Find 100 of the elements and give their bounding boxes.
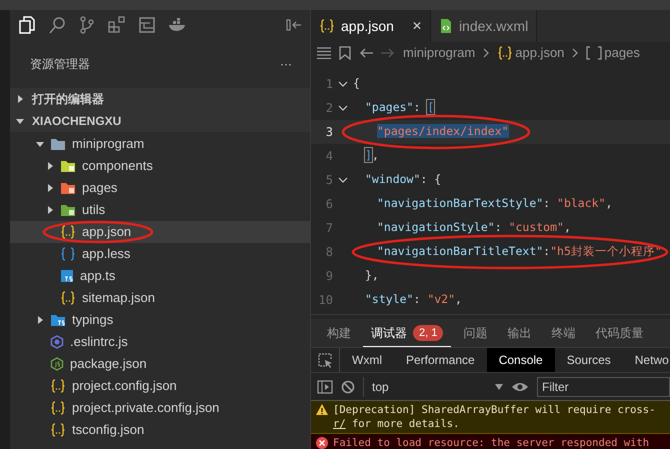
collapsed-caret-icon (16, 95, 24, 103)
line-number: 5 (324, 172, 333, 189)
tree-item[interactable]: project.config.json (10, 375, 310, 397)
sidebar-toggle-icon (317, 380, 333, 394)
expanded-caret-icon (36, 140, 44, 148)
fold-chevron-icon (338, 177, 348, 183)
ts-file-icon (60, 269, 74, 283)
line-number: 4 (324, 148, 333, 165)
folder-icon (60, 159, 76, 173)
folder-icon (50, 313, 66, 327)
collapsed-caret-icon (46, 206, 54, 214)
code-line: }, (364, 267, 379, 284)
collapsed-caret-icon (46, 184, 54, 192)
hexagon-icon (50, 357, 64, 371)
collapsed-caret-icon (46, 162, 54, 170)
braces-icon (50, 379, 66, 393)
braces-icon (50, 423, 66, 437)
tree-item[interactable]: tsconfig.json (10, 419, 310, 441)
extensions-icon (108, 16, 126, 34)
bookmark-icon (339, 46, 351, 60)
tree-item[interactable]: components (10, 155, 310, 177)
list-icon (317, 47, 331, 59)
tree-item[interactable]: app.ts (10, 265, 310, 287)
error-icon (316, 437, 328, 449)
section-header[interactable]: 打开的编辑器 (10, 88, 310, 110)
code-line: "navigationBarTextStyle": "black", (376, 195, 612, 212)
braces-icon (319, 19, 335, 33)
tree-item[interactable]: pages (10, 177, 310, 199)
branch-icon (78, 16, 96, 34)
warning-message: for more details. (350, 417, 460, 431)
inspect-element-icon (317, 352, 333, 368)
line-number: 6 (324, 196, 333, 213)
devtools-tab[interactable]: Console (486, 348, 555, 372)
line-number: 8 (324, 244, 333, 261)
line-number: 2 (324, 100, 333, 117)
devtools-tab[interactable]: Performance (394, 348, 487, 372)
chevron-icon (572, 48, 578, 58)
tree-item[interactable]: miniprogram (10, 133, 310, 155)
clear-console-icon (341, 380, 355, 394)
code-line: "style": "v2", (364, 291, 462, 308)
tree-item[interactable]: app.json (10, 221, 310, 243)
error-count-badge: 2, 1 (413, 324, 444, 340)
tree-item[interactable]: package.json (10, 353, 310, 375)
breadcrumb-item[interactable]: app.json (497, 43, 564, 63)
tree-item[interactable]: .eslintrc.js (10, 331, 310, 353)
devtools-tab[interactable]: Netwo (622, 348, 670, 372)
filter-field[interactable]: Filter (537, 376, 670, 396)
section-header[interactable]: XIAOCHENGXU (10, 110, 310, 132)
code-line: ], (364, 147, 379, 164)
editor-tab[interactable]: app.json ✕ (311, 10, 431, 42)
line-number: 10 (318, 292, 333, 309)
context-dropdown[interactable]: top (363, 376, 503, 396)
tree-item[interactable]: sitemap.json (10, 287, 310, 309)
panel-tab[interactable]: 问题 (455, 319, 496, 347)
panel-tab[interactable]: 代码质量 (587, 319, 652, 347)
brackets-icon (586, 46, 602, 60)
folder-icon (60, 181, 76, 195)
panel-tab[interactable]: 终端 (543, 319, 584, 347)
fold-chevron-icon (338, 105, 348, 111)
link[interactable]: r/ (333, 417, 346, 431)
more-actions-button[interactable]: ··· (280, 55, 292, 73)
tree-item[interactable]: typings (10, 309, 310, 331)
whale-icon (168, 18, 186, 32)
tree-item[interactable]: project.private.config.json (10, 397, 310, 419)
file-icon (438, 18, 453, 34)
expanded-caret-icon (16, 117, 24, 125)
panel-tab[interactable]: 输出 (499, 319, 540, 347)
braces-icon (60, 225, 76, 239)
devtools-tab[interactable]: Sources (554, 348, 623, 372)
forward-arrow-icon (381, 47, 395, 59)
tree-item[interactable]: utils (10, 199, 310, 221)
close-button[interactable]: ✕ (412, 17, 422, 35)
code-line: "window": { (364, 171, 442, 188)
line-number: 9 (324, 268, 333, 285)
code-line: "pages": [ (364, 99, 434, 116)
square-icon (138, 16, 156, 34)
back-arrow-icon (359, 47, 373, 59)
line-number: 7 (324, 220, 333, 237)
chevron-icon (483, 48, 490, 58)
folder-icon (50, 137, 66, 151)
hexagon-icon (50, 335, 64, 349)
eye-icon (511, 380, 529, 392)
line-number: 1 (324, 76, 333, 93)
code-line: { (353, 75, 360, 92)
braces-icon (60, 247, 76, 261)
sidebar-title: 资源管理器 (30, 56, 90, 73)
braces-icon (497, 46, 514, 60)
breadcrumb-item[interactable]: pages (586, 43, 640, 63)
breadcrumb-item[interactable]: miniprogram (403, 43, 476, 63)
collapsed-caret-icon (36, 316, 44, 324)
panel-tab[interactable]: 构建 (319, 319, 359, 347)
warning-icon (316, 404, 328, 416)
line-number: 3 (324, 124, 333, 141)
fold-chevron-icon (338, 81, 348, 87)
search-icon (48, 16, 66, 34)
code-line: "navigationStyle": "custom", (376, 219, 571, 236)
error-message: Failed to load resource: the server responded with (333, 436, 650, 449)
devtools-tab[interactable]: Wxml (340, 348, 394, 372)
tree-item[interactable]: app.less (10, 243, 310, 265)
braces-icon (60, 291, 76, 305)
